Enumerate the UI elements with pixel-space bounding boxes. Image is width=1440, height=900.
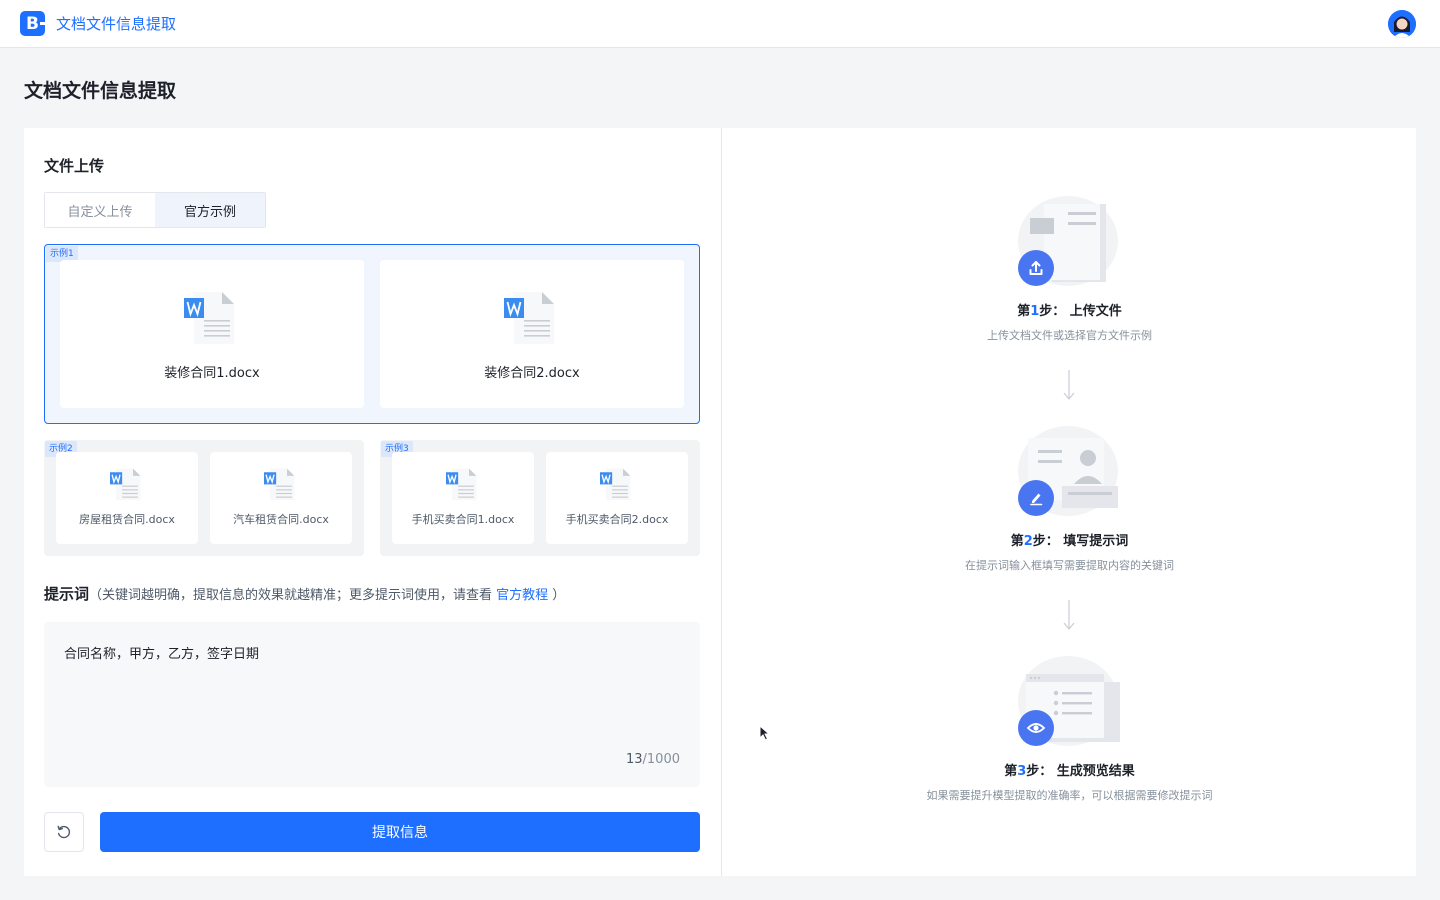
word-doc-icon bbox=[446, 468, 477, 501]
step-suffix: 步： 生成预览结果 bbox=[1026, 764, 1135, 779]
official-tutorial-link[interactable]: 官方教程 bbox=[496, 588, 548, 603]
step-prefix: 第 bbox=[1017, 304, 1031, 319]
example-group-1[interactable]: 示例1 装修合同1.docx 装修合同2.docx bbox=[44, 244, 700, 424]
step-title: 第3步： 生成预览结果 bbox=[1004, 760, 1135, 779]
file-name: 房屋租赁合同.docx bbox=[79, 513, 175, 526]
eye-icon-glyph bbox=[1026, 723, 1045, 733]
prompt-value: 合同名称，甲方，乙方，签字日期 bbox=[64, 647, 260, 662]
mouse-cursor-icon bbox=[759, 725, 771, 741]
arrow-down-icon bbox=[1063, 370, 1075, 400]
step-description: 如果需要提升模型提取的准确率，可以根据需要修改提示词 bbox=[926, 789, 1213, 802]
tab-official-examples[interactable]: 官方示例 bbox=[155, 193, 265, 227]
upload-illustration bbox=[1017, 196, 1122, 286]
step-number: 3 bbox=[1017, 764, 1027, 779]
file-name: 汽车租赁合同.docx bbox=[233, 513, 329, 526]
section-title-upload: 文件上传 bbox=[44, 157, 105, 175]
eye-icon bbox=[1017, 710, 1054, 746]
arrow-down-icon bbox=[1063, 600, 1075, 630]
prompt-hint: （关键词越明确，提取信息的效果就越精准；更多提示词使用，请查看 bbox=[89, 588, 497, 603]
file-card[interactable]: 手机买卖合同1.docx bbox=[392, 452, 534, 544]
word-doc-icon bbox=[184, 292, 234, 344]
step-description: 在提示词输入框填写需要提取内容的关键词 bbox=[965, 559, 1174, 572]
tab-custom-upload[interactable]: 自定义上传 bbox=[45, 193, 155, 227]
extract-info-button[interactable]: 提取信息 bbox=[100, 812, 700, 852]
example-group-2[interactable]: 示例2 房屋租赁合同.docx 汽车租赁合同.docx bbox=[44, 440, 364, 556]
step-description: 上传文档文件或选择官方文件示例 bbox=[987, 329, 1152, 342]
user-avatar[interactable] bbox=[1388, 10, 1416, 38]
refresh-icon bbox=[57, 825, 71, 839]
top-bar: B 文档文件信息提取 bbox=[0, 0, 1440, 48]
prompt-illustration bbox=[1017, 426, 1122, 516]
step-suffix: 步： 填写提示词 bbox=[1032, 534, 1129, 549]
file-card[interactable]: 装修合同2.docx bbox=[380, 260, 684, 408]
step-number: 1 bbox=[1030, 304, 1040, 319]
app-logo[interactable]: B bbox=[20, 11, 46, 36]
step-prefix: 第 bbox=[1010, 534, 1024, 549]
word-doc-icon bbox=[600, 468, 631, 501]
word-doc-icon bbox=[504, 292, 554, 344]
step-prefix: 第 bbox=[1004, 764, 1018, 779]
file-name: 手机买卖合同1.docx bbox=[411, 513, 515, 526]
step-1: 第1步： 上传文件 上传文档文件或选择官方文件示例 bbox=[722, 196, 1417, 343]
prompt-hint-suffix: ） bbox=[548, 588, 566, 603]
file-card[interactable]: 房屋租赁合同.docx bbox=[56, 452, 198, 544]
step-title: 第2步： 填写提示词 bbox=[1011, 530, 1129, 549]
file-card[interactable]: 手机买卖合同2.docx bbox=[546, 452, 688, 544]
step-3: 第3步： 生成预览结果 如果需要提升模型提取的准确率，可以根据需要修改提示词 bbox=[722, 656, 1417, 803]
char-count: 13 bbox=[625, 752, 643, 767]
file-card[interactable]: 装修合同1.docx bbox=[60, 260, 364, 408]
step-number: 2 bbox=[1023, 534, 1033, 549]
file-name: 装修合同2.docx bbox=[484, 366, 580, 381]
logo-letter: B bbox=[26, 13, 39, 34]
steps-panel: 第1步： 上传文件 上传文档文件或选择官方文件示例 第2步： 填写提示词 在提示… bbox=[721, 128, 1416, 876]
reset-button[interactable] bbox=[44, 812, 84, 852]
char-counter: 13/1000 bbox=[626, 752, 680, 767]
upload-icon bbox=[1017, 250, 1054, 286]
pen-icon bbox=[1017, 480, 1054, 516]
file-card[interactable]: 汽车租赁合同.docx bbox=[210, 452, 352, 544]
upload-panel: 文件上传 自定义上传 官方示例 示例1 装修合同1.docx 装修合同2.doc… bbox=[24, 128, 721, 876]
prompt-label-row: 提示词（关键词越明确，提取信息的效果就越精准；更多提示词使用，请查看 官方教程 … bbox=[44, 583, 565, 604]
pen-icon-glyph bbox=[1029, 493, 1042, 506]
upload-tabs: 自定义上传 官方示例 bbox=[44, 192, 266, 228]
app-title[interactable]: 文档文件信息提取 bbox=[56, 13, 176, 34]
word-doc-icon bbox=[264, 468, 295, 501]
char-max: /1000 bbox=[642, 752, 680, 767]
step-title: 第1步： 上传文件 bbox=[1017, 300, 1122, 319]
avatar-image bbox=[1388, 10, 1416, 38]
prompt-textarea[interactable]: 合同名称，甲方，乙方，签字日期 13/1000 bbox=[44, 622, 700, 787]
upload-icon-glyph bbox=[1029, 261, 1042, 275]
step-suffix: 步： 上传文件 bbox=[1039, 304, 1122, 319]
word-doc-icon bbox=[110, 468, 141, 501]
example-group-3[interactable]: 示例3 手机买卖合同1.docx 手机买卖合同2.docx bbox=[380, 440, 700, 556]
preview-illustration bbox=[1017, 656, 1122, 746]
prompt-label: 提示词 bbox=[44, 585, 90, 603]
file-name: 手机买卖合同2.docx bbox=[565, 513, 669, 526]
step-2: 第2步： 填写提示词 在提示词输入框填写需要提取内容的关键词 bbox=[722, 426, 1417, 573]
file-name: 装修合同1.docx bbox=[164, 366, 260, 381]
page-title: 文档文件信息提取 bbox=[24, 80, 177, 102]
